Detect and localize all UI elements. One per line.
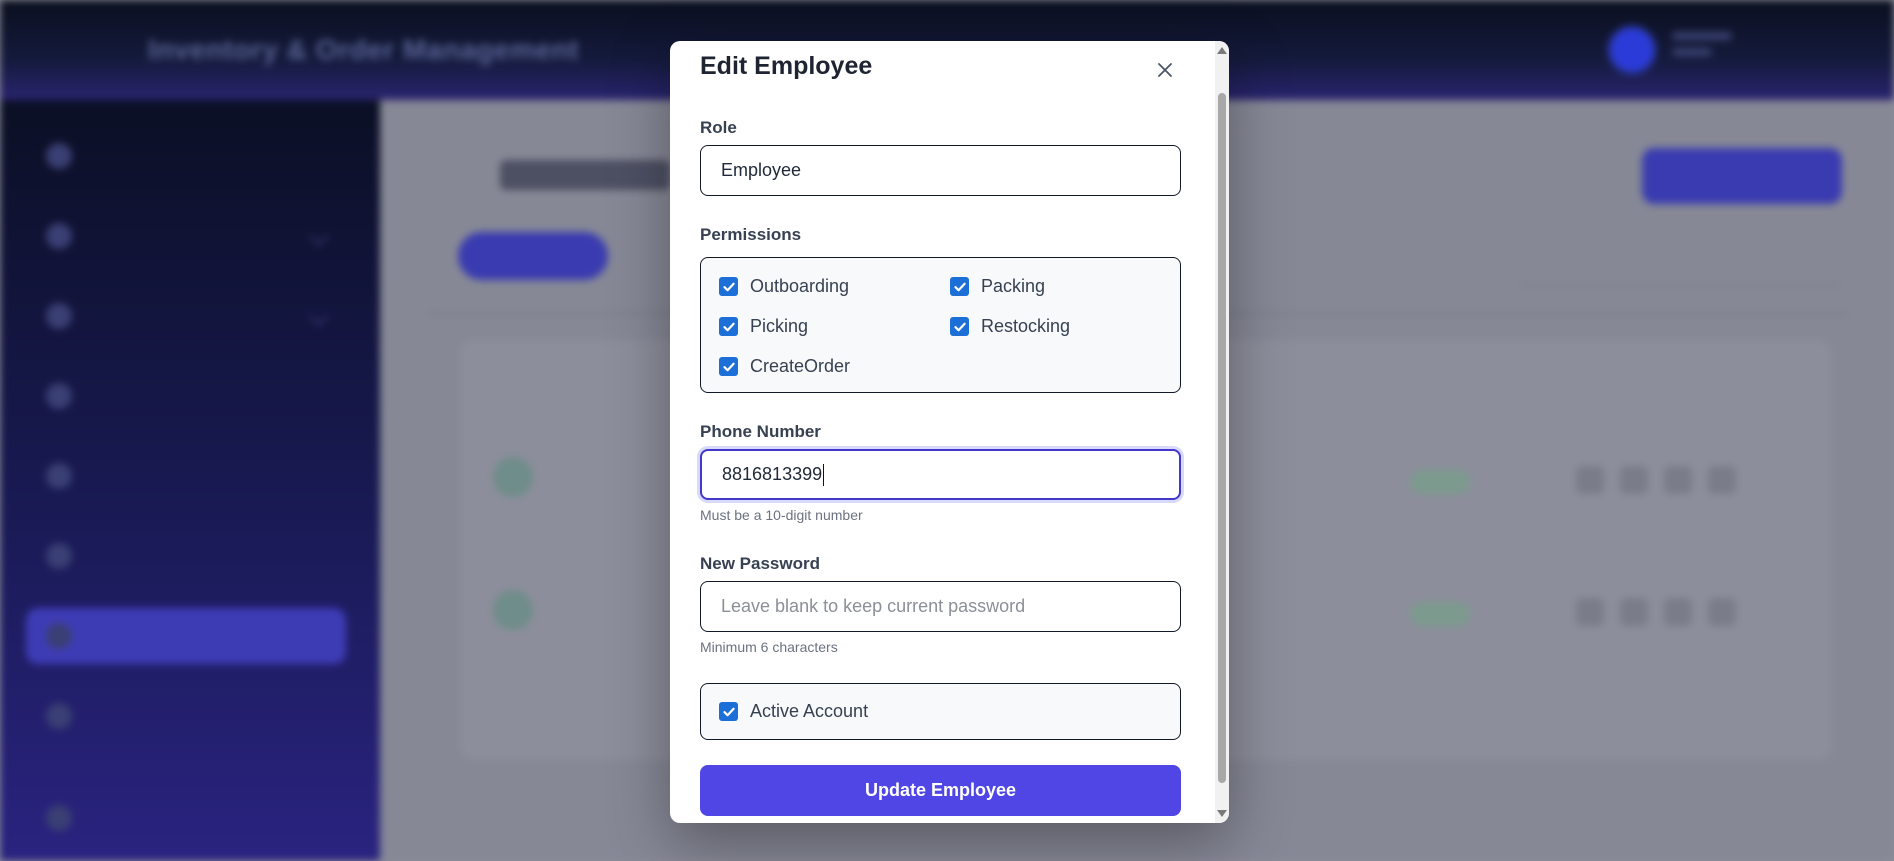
phone-hint: Must be a 10-digit number xyxy=(700,507,863,523)
modal-title: Edit Employee xyxy=(700,52,873,80)
sidebar-item-logout xyxy=(26,790,346,846)
action-icon xyxy=(1620,598,1648,626)
search-input xyxy=(1520,240,1840,286)
checkbox-checked-icon[interactable] xyxy=(950,317,969,336)
status-badge xyxy=(1410,470,1470,494)
edit-employee-modal: Edit Employee Role Employee Permissions … xyxy=(670,41,1229,823)
action-icon xyxy=(1708,466,1736,494)
phone-value: 8816813399 xyxy=(722,464,823,484)
scroll-up-arrow-icon[interactable] xyxy=(1217,47,1227,54)
text-caret xyxy=(823,463,825,486)
role-value: Employee xyxy=(721,160,802,180)
phone-number-field[interactable]: 8816813399 xyxy=(700,449,1181,500)
add-employee-button xyxy=(1642,148,1842,204)
scrollbar-thumb[interactable] xyxy=(1218,93,1226,783)
modal-scrollbar[interactable] xyxy=(1215,41,1229,823)
action-icon xyxy=(1708,598,1736,626)
checkbox-checked-icon[interactable] xyxy=(950,277,969,296)
role-label: Role xyxy=(700,118,737,137)
phone-label: Phone Number xyxy=(700,422,821,441)
action-icon xyxy=(1576,466,1604,494)
active-account-group: Active Account xyxy=(700,683,1181,740)
page-heading xyxy=(500,160,670,190)
role-field[interactable]: Employee xyxy=(700,145,1181,196)
sidebar-item xyxy=(26,368,346,424)
password-placeholder: Leave blank to keep current password xyxy=(721,596,1026,616)
app-title: Inventory & Order Management xyxy=(148,34,579,65)
close-icon[interactable] xyxy=(1150,55,1180,85)
scroll-down-arrow-icon[interactable] xyxy=(1217,810,1227,817)
permissions-group: Outboarding Packing Picking Restocking C… xyxy=(700,257,1181,393)
permission-label: Restocking xyxy=(981,316,1071,336)
sidebar xyxy=(0,100,380,861)
sidebar-item xyxy=(26,208,346,264)
checkbox-checked-icon[interactable] xyxy=(719,357,738,376)
checkbox-checked-icon[interactable] xyxy=(719,277,738,296)
checkbox-checked-icon[interactable] xyxy=(719,317,738,336)
permission-label: CreateOrder xyxy=(750,356,851,376)
sidebar-item xyxy=(26,128,346,184)
permission-picking[interactable]: Picking xyxy=(719,316,808,337)
update-employee-button[interactable]: Update Employee xyxy=(700,765,1181,816)
active-account-checkbox[interactable]: Active Account xyxy=(719,701,868,722)
active-account-label: Active Account xyxy=(750,701,869,721)
permission-label: Outboarding xyxy=(750,276,850,296)
status-badge xyxy=(1410,602,1470,626)
sidebar-item-active xyxy=(26,608,346,664)
permission-createorder[interactable]: CreateOrder xyxy=(719,356,850,377)
avatar xyxy=(493,590,533,630)
permissions-label: Permissions xyxy=(700,225,802,244)
permission-label: Packing xyxy=(981,276,1046,296)
action-icon xyxy=(1664,598,1692,626)
checkbox-checked-icon[interactable] xyxy=(719,702,738,721)
filter-tab xyxy=(458,232,608,280)
permission-restocking[interactable]: Restocking xyxy=(950,316,1070,337)
sidebar-item xyxy=(26,528,346,584)
avatar xyxy=(1610,28,1654,72)
sidebar-item xyxy=(26,688,346,744)
action-icon xyxy=(1664,466,1692,494)
password-label: New Password xyxy=(700,554,820,573)
permission-packing[interactable]: Packing xyxy=(950,276,1045,297)
sidebar-item xyxy=(26,448,346,504)
permission-label: Picking xyxy=(750,316,809,336)
permission-outboarding[interactable]: Outboarding xyxy=(719,276,849,297)
action-icon xyxy=(1576,598,1604,626)
action-icon xyxy=(1620,466,1648,494)
modal-body: Edit Employee Role Employee Permissions … xyxy=(670,41,1215,823)
password-hint: Minimum 6 characters xyxy=(700,639,838,655)
new-password-field[interactable]: Leave blank to keep current password xyxy=(700,581,1181,632)
sidebar-item xyxy=(26,288,346,344)
avatar xyxy=(493,457,533,497)
user-info xyxy=(1672,32,1732,64)
